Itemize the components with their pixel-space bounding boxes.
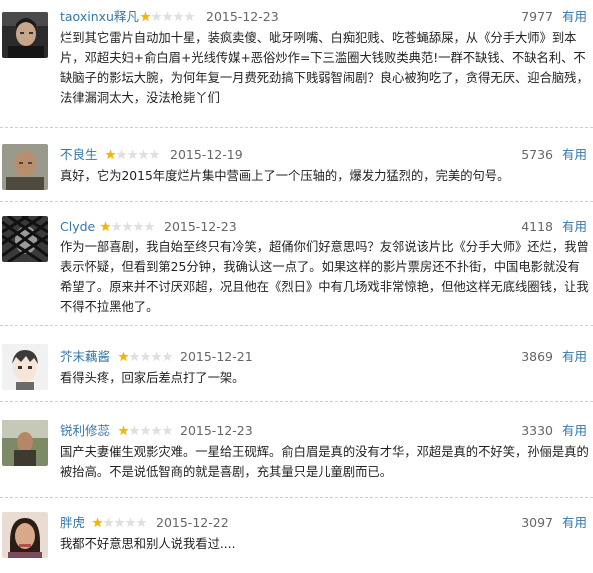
review-item: Clyde 2015-12-23 4118 有用 作为一部喜剧，我自始至终只有冷…: [0, 202, 593, 326]
review-meta: Clyde 2015-12-23 4118 有用: [60, 218, 589, 236]
star-filled-icon: [118, 425, 129, 436]
star-filled-icon: [140, 11, 151, 22]
review-text: 烂到其它雷片自动加十星，装疯卖傻、呲牙咧嘴、白痴犯贱、吃苍蝇舔屎，从《分手大师》…: [60, 31, 589, 105]
review-text: 作为一部喜剧，我自始至终只有冷笑，超俑你们好意思吗？友邻说该片比《分手大师》还烂…: [60, 240, 589, 314]
review-list: taoxinxu释凡 2015-12-23 7977 有用 烂到其它雷片自动加十…: [0, 0, 593, 573]
review-item: 锐利修蕊 2015-12-23 3330 有用 国产夫妻催生观影灾难。一星给王砚…: [0, 402, 593, 498]
star-empty-icon: [162, 425, 173, 436]
review-meta: 不良生 2015-12-19 5736 有用: [60, 146, 589, 164]
review-meta: 芥末藕酱 2015-12-21 3869 有用: [60, 348, 589, 366]
star-empty-icon: [122, 221, 133, 232]
star-empty-icon: [129, 425, 140, 436]
review-text: 我都不好意思和别人说我看过....: [60, 537, 236, 551]
useful-button[interactable]: 有用: [562, 348, 587, 366]
star-filled-icon: [100, 221, 111, 232]
rating-stars: [140, 11, 195, 23]
star-empty-icon: [116, 149, 127, 160]
star-empty-icon: [140, 425, 151, 436]
rating-stars: [118, 351, 173, 363]
reviewer-name[interactable]: 胖虎: [60, 514, 85, 532]
review-date: 2015-12-19: [170, 147, 243, 162]
review-meta: 锐利修蕊 2015-12-23 3330 有用: [60, 422, 589, 440]
reviewer-name[interactable]: Clyde: [60, 218, 95, 236]
star-empty-icon: [140, 351, 151, 362]
vote-count: 3097: [521, 515, 553, 530]
vote-count: 5736: [521, 147, 553, 162]
star-empty-icon: [138, 149, 149, 160]
review-date: 2015-12-21: [180, 349, 253, 364]
star-filled-icon: [105, 149, 116, 160]
review-date: 2015-12-23: [206, 9, 279, 24]
useful-button[interactable]: 有用: [562, 514, 587, 532]
review-text: 真好，它为2015年度烂片集中营画上了一个压轴的，爆发力猛烈的，完美的句号。: [60, 169, 510, 183]
star-filled-icon: [92, 517, 103, 528]
rating-stars: [105, 149, 160, 161]
rating-stars: [92, 517, 147, 529]
man-bald-portrait-avatar[interactable]: [2, 144, 48, 190]
vote-count: 3869: [521, 349, 553, 364]
man-behind-fence-avatar[interactable]: [2, 216, 48, 262]
person-outdoor-avatar[interactable]: [2, 420, 48, 466]
useful-button[interactable]: 有用: [562, 8, 587, 26]
useful-button[interactable]: 有用: [562, 146, 587, 164]
review-text: 国产夫妻催生观影灾难。一星给王砚辉。俞白眉是真的没有才华，邓超是真的不好笑，孙俪…: [60, 445, 589, 479]
star-empty-icon: [111, 221, 122, 232]
reviewer-name[interactable]: 芥末藕酱: [60, 348, 110, 366]
review-meta: taoxinxu释凡 2015-12-23 7977 有用: [60, 8, 589, 26]
star-empty-icon: [162, 351, 173, 362]
star-empty-icon: [184, 11, 195, 22]
review-item: 不良生 2015-12-19 5736 有用 真好，它为2015年度烂片集中营画…: [0, 128, 593, 202]
useful-button[interactable]: 有用: [562, 218, 587, 236]
star-empty-icon: [129, 351, 140, 362]
reviewer-name[interactable]: 锐利修蕊: [60, 422, 110, 440]
rating-stars: [100, 221, 155, 233]
vote-count: 4118: [521, 219, 553, 234]
star-empty-icon: [144, 221, 155, 232]
star-empty-icon: [103, 517, 114, 528]
star-empty-icon: [136, 517, 147, 528]
star-empty-icon: [151, 11, 162, 22]
star-filled-icon: [118, 351, 129, 362]
review-item: 胖虎 2015-12-22 3097 有用 我都不好意思和别人说我看过....: [0, 498, 593, 573]
review-item: 芥末藕酱 2015-12-21 3869 有用 看得头疼，回家后差点打了一架。: [0, 326, 593, 402]
vote-count: 7977: [521, 9, 553, 24]
star-empty-icon: [125, 517, 136, 528]
man-dark-portrait-avatar[interactable]: [2, 12, 48, 58]
review-date: 2015-12-23: [180, 423, 253, 438]
star-empty-icon: [127, 149, 138, 160]
vote-count: 3330: [521, 423, 553, 438]
review-date: 2015-12-22: [156, 515, 229, 530]
review-meta: 胖虎 2015-12-22 3097 有用: [60, 514, 589, 532]
woman-portrait-avatar[interactable]: [2, 512, 48, 558]
anime-boy-avatar[interactable]: [2, 344, 48, 390]
review-item: taoxinxu释凡 2015-12-23 7977 有用 烂到其它雷片自动加十…: [0, 0, 593, 128]
reviewer-name[interactable]: 不良生: [60, 146, 98, 164]
review-date: 2015-12-23: [164, 219, 237, 234]
star-empty-icon: [162, 11, 173, 22]
star-empty-icon: [151, 425, 162, 436]
star-empty-icon: [149, 149, 160, 160]
star-empty-icon: [151, 351, 162, 362]
rating-stars: [118, 425, 173, 437]
useful-button[interactable]: 有用: [562, 422, 587, 440]
star-empty-icon: [133, 221, 144, 232]
review-text: 看得头疼，回家后差点打了一架。: [60, 371, 245, 385]
reviewer-name[interactable]: taoxinxu释凡: [60, 8, 139, 26]
star-empty-icon: [114, 517, 125, 528]
star-empty-icon: [173, 11, 184, 22]
